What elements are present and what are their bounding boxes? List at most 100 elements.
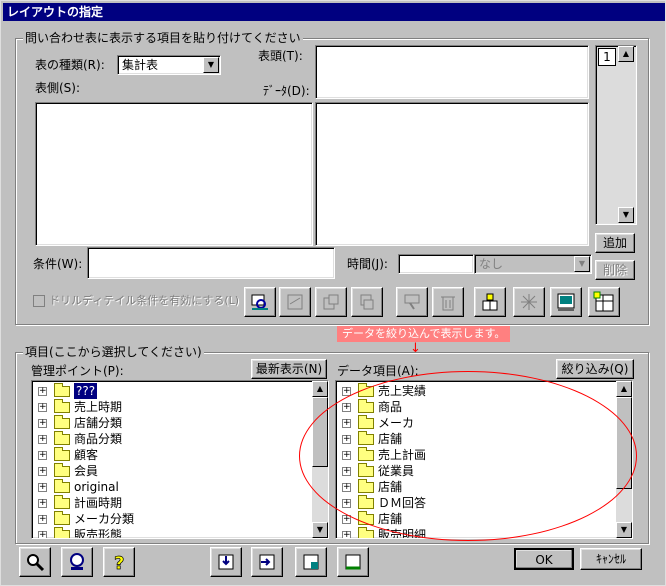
sparkle-icon bbox=[521, 294, 537, 310]
chevron-down-icon: ▼ bbox=[574, 256, 590, 272]
scroll-up-button[interactable]: ▲ bbox=[616, 381, 632, 397]
tree-item[interactable]: + 店舗分類 bbox=[34, 415, 312, 431]
insert-side-button[interactable] bbox=[251, 547, 283, 577]
insert-header-icon bbox=[218, 554, 234, 570]
side-field[interactable] bbox=[35, 102, 313, 246]
folder-icon bbox=[54, 495, 70, 509]
time-label: 時間(J): bbox=[347, 257, 388, 271]
expand-icon[interactable]: + bbox=[38, 451, 47, 460]
folder-icon bbox=[54, 431, 70, 445]
field-setting-icon bbox=[251, 294, 268, 310]
condition-field[interactable] bbox=[87, 247, 335, 279]
expand-icon[interactable]: + bbox=[38, 515, 47, 524]
mgmt-point-tree-items: +??? + 売上時期 + 店舗分類 + 商品分類 + 顧客 + 会員 + original + 計画時期 +… bbox=[34, 383, 312, 538]
svg-text:?: ? bbox=[114, 553, 124, 572]
tree-item[interactable]: + 販売形態 bbox=[34, 527, 312, 538]
tree-item[interactable]: + 売上時期 bbox=[34, 399, 312, 415]
tree-item[interactable]: + 顧客 bbox=[34, 447, 312, 463]
time-field[interactable] bbox=[398, 254, 474, 274]
folder-icon bbox=[54, 511, 70, 525]
tree-item[interactable]: + original bbox=[34, 479, 312, 495]
and-or-icon bbox=[287, 294, 303, 310]
tree-item[interactable]: + 商品分類 bbox=[34, 431, 312, 447]
chevron-down-icon[interactable]: ▼ bbox=[203, 57, 219, 73]
preview-icon bbox=[557, 293, 575, 311]
data-label: ﾃﾞｰﾀ(D): bbox=[263, 84, 310, 98]
insert-data-icon bbox=[303, 554, 319, 570]
tree-item-label: 店舗分類 bbox=[74, 416, 123, 430]
insert-header-button[interactable] bbox=[210, 547, 242, 577]
folder-icon bbox=[54, 463, 70, 477]
paste-icon bbox=[323, 294, 339, 310]
folder-icon bbox=[54, 479, 70, 493]
tree-item[interactable]: +??? bbox=[34, 383, 312, 399]
and-or-button bbox=[279, 287, 311, 317]
tree-item[interactable]: + メーカ分類 bbox=[34, 511, 312, 527]
table-type-label: 表の種類(R): bbox=[35, 58, 105, 72]
expand-icon[interactable]: + bbox=[38, 531, 47, 538]
insert-data-button[interactable] bbox=[295, 547, 327, 577]
highlight-ellipse bbox=[299, 371, 637, 541]
window-title: レイアウトの指定 bbox=[3, 3, 665, 21]
copy-button bbox=[351, 287, 383, 317]
expand-icon[interactable]: + bbox=[38, 403, 47, 412]
paste-button bbox=[315, 287, 347, 317]
add-button[interactable]: 追加 bbox=[595, 233, 635, 253]
help-icon: ? bbox=[114, 553, 125, 572]
expand-icon[interactable]: + bbox=[342, 531, 351, 538]
expand-icon[interactable]: + bbox=[38, 499, 47, 508]
tree-item[interactable]: + 会員 bbox=[34, 463, 312, 479]
drill-checkbox-label: ドリルディテイル条件を有効にする(L) bbox=[49, 294, 240, 307]
preview-button[interactable] bbox=[550, 287, 582, 317]
page-spinner[interactable]: 1 ▲ ▼ bbox=[595, 45, 637, 225]
field-setting-button[interactable] bbox=[244, 287, 276, 317]
help-button[interactable]: ? bbox=[103, 547, 135, 577]
filter-hint-callout: データを絞り込んで表示します。 bbox=[337, 326, 511, 342]
table-wizard-button[interactable] bbox=[588, 287, 620, 317]
tree-item-label: 会員 bbox=[74, 464, 99, 478]
tree-item-label: 顧客 bbox=[74, 448, 99, 462]
pivot-icon bbox=[482, 293, 498, 311]
ok-button[interactable]: OK bbox=[514, 548, 574, 570]
scroll-down-button[interactable]: ▼ bbox=[312, 522, 328, 538]
page-up-button[interactable]: ▲ bbox=[618, 46, 634, 62]
items-group-label: 項目(ここから選択してください) bbox=[23, 345, 204, 359]
insert-condition-button[interactable] bbox=[337, 547, 369, 577]
filter-button[interactable]: 絞り込み(Q) bbox=[556, 359, 634, 379]
tree-item-label: 売上時期 bbox=[74, 400, 123, 414]
expand-icon[interactable]: + bbox=[38, 467, 47, 476]
layout-dialog: レイアウトの指定 問い合わせ表に表示する項目を貼り付けてください 表の種類(R)… bbox=[0, 0, 666, 586]
mgmt-point-label: 管理ポイント(P): bbox=[31, 364, 124, 378]
tree-item-label: ??? bbox=[74, 383, 98, 399]
scroll-down-button[interactable]: ▼ bbox=[616, 522, 632, 538]
scroll-up-button[interactable]: ▲ bbox=[312, 381, 328, 397]
mgmt-point-tree[interactable]: +??? + 売上時期 + 店舗分類 + 商品分類 + 顧客 + 会員 + original + 計画時期 +… bbox=[31, 380, 329, 539]
table-type-select[interactable]: 集計表 ▼ bbox=[117, 55, 221, 75]
time-select: なし ▼ bbox=[474, 254, 592, 274]
expand-icon[interactable]: + bbox=[38, 435, 47, 444]
tree-item-label: 計画時期 bbox=[74, 496, 123, 510]
expand-icon[interactable]: + bbox=[38, 387, 47, 396]
tree-item[interactable]: + 計画時期 bbox=[34, 495, 312, 511]
expand-icon[interactable]: + bbox=[38, 419, 47, 428]
folder-icon bbox=[54, 383, 70, 397]
data-field[interactable] bbox=[315, 102, 589, 246]
cancel-button[interactable]: ｷｬﾝｾﾙ bbox=[580, 548, 642, 570]
paste-items-group-label: 問い合わせ表に表示する項目を貼り付けてください bbox=[23, 31, 303, 45]
folder-icon bbox=[54, 527, 70, 538]
copy-icon bbox=[360, 294, 374, 310]
delete-button: 削除 bbox=[595, 260, 635, 280]
search-button[interactable] bbox=[19, 547, 51, 577]
drill-checkbox bbox=[33, 295, 45, 307]
header-field[interactable] bbox=[315, 45, 589, 99]
user-button[interactable] bbox=[61, 547, 93, 577]
refresh-button[interactable]: 最新表示(N) bbox=[251, 359, 327, 379]
folder-icon bbox=[54, 447, 70, 461]
tree-item-label: original bbox=[74, 480, 119, 494]
page-down-button[interactable]: ▼ bbox=[618, 207, 634, 223]
expand-icon[interactable]: + bbox=[38, 483, 47, 492]
folder-icon bbox=[358, 527, 374, 538]
pivot-button[interactable] bbox=[474, 287, 506, 317]
insert-side-icon bbox=[259, 554, 275, 570]
table-wizard-icon bbox=[593, 291, 614, 312]
